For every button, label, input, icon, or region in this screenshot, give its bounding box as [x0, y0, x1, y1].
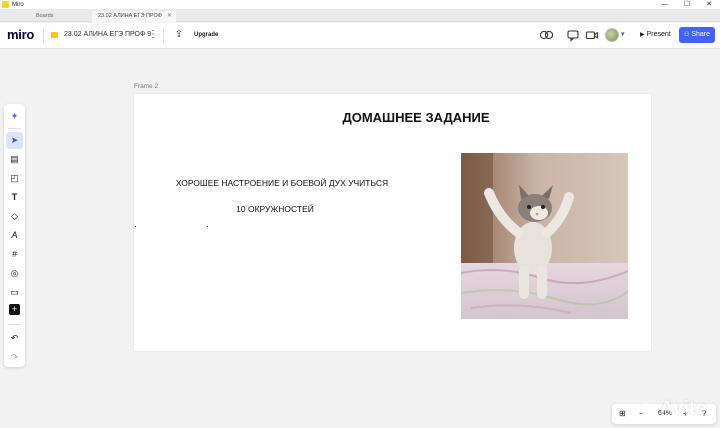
- present-button[interactable]: ▶ Present: [636, 27, 675, 43]
- miro-app-icon: [2, 1, 9, 8]
- close-icon[interactable]: ✕: [698, 0, 720, 10]
- miro-logo[interactable]: miro: [7, 27, 34, 43]
- frame-icon[interactable]: #: [6, 246, 23, 263]
- kitten-photo[interactable]: [461, 153, 628, 319]
- undo-icon[interactable]: ↶: [6, 330, 23, 347]
- templates-icon[interactable]: ▤: [6, 151, 23, 168]
- tab-boards[interactable]: Boards: [30, 11, 86, 22]
- text-line-1[interactable]: ХОРОШЕЕ НАСТРОЕНИЕ И БОЕВОЙ ДУХ УЧИТЬСЯ: [134, 178, 430, 188]
- tab-board[interactable]: 23.02 АЛИНА ЕГЭ ПРОФ ✕: [92, 11, 176, 22]
- present-label: Present: [646, 31, 671, 38]
- play-icon: ▶: [640, 32, 645, 38]
- export-icon[interactable]: ⇪: [172, 28, 186, 42]
- comment-icon[interactable]: [566, 28, 580, 42]
- share-button[interactable]: ⚇ Share: [679, 27, 715, 43]
- more-options-icon[interactable]: ⋮: [148, 28, 158, 42]
- avatar[interactable]: [605, 28, 619, 42]
- stray-mark: [135, 226, 136, 227]
- frame[interactable]: ДОМАШНЕЕ ЗАДАНИЕ ХОРОШЕЕ НАСТРОЕНИЕ И БО…: [134, 94, 651, 351]
- chevron-down-icon[interactable]: ▾: [621, 28, 625, 42]
- stray-mark: [207, 226, 208, 227]
- window-controls: — ☐ ✕: [654, 0, 720, 10]
- minimize-icon[interactable]: —: [654, 0, 676, 10]
- board-name[interactable]: 23.02 АЛИНА ЕГЭ ПРОФ 9: [64, 29, 151, 41]
- window-title: Miro: [12, 2, 24, 8]
- comment-icon[interactable]: ▭: [6, 284, 23, 301]
- divider: [163, 29, 164, 43]
- reactions-icon[interactable]: [539, 28, 554, 42]
- tab-strip: Boards 23.02 АЛИНА ЕГЭ ПРОФ ✕: [0, 10, 720, 22]
- shapes-icon[interactable]: ◇: [6, 208, 23, 225]
- tool-rail: ✦ ➤ ▤ ◰ T ◇ A # ◎ ▭ + ↶ ↷: [4, 104, 25, 367]
- add-user-icon: ⚇: [683, 32, 690, 38]
- sticker-icon[interactable]: ◎: [6, 265, 23, 282]
- sticky-note-icon[interactable]: ◰: [6, 170, 23, 187]
- window-titlebar: Miro — ☐ ✕: [0, 0, 720, 10]
- text-icon[interactable]: T: [6, 189, 23, 206]
- divider: [8, 324, 21, 325]
- frame-label[interactable]: Frame 2: [134, 83, 158, 90]
- map-icon[interactable]: ⊞: [619, 404, 626, 424]
- text-line-2[interactable]: 10 ОКРУЖНОСТЕЙ: [134, 204, 416, 214]
- redo-icon[interactable]: ↷: [6, 349, 23, 366]
- add-icon[interactable]: +: [9, 304, 20, 315]
- watermark-text: Avito: [660, 398, 707, 419]
- maximize-icon[interactable]: ☐: [676, 0, 698, 10]
- video-icon[interactable]: [585, 28, 599, 42]
- divider: [8, 128, 21, 129]
- board-icon: [51, 32, 58, 38]
- tab-board-label: 23.02 АЛИНА ЕГЭ ПРОФ: [98, 13, 162, 19]
- upgrade-button[interactable]: Upgrade: [190, 28, 222, 43]
- ai-sparkle-icon[interactable]: ✦: [6, 108, 23, 125]
- share-label: Share: [691, 31, 711, 38]
- avito-logo-icon: [641, 402, 657, 418]
- pen-icon[interactable]: A: [6, 227, 23, 244]
- top-toolbar: miro 23.02 АЛИНА ЕГЭ ПРОФ 9 ⋮ ⇪ Upgrade …: [0, 23, 720, 49]
- select-icon[interactable]: ➤: [6, 132, 23, 149]
- tab-close-icon[interactable]: ✕: [167, 11, 172, 22]
- divider: [43, 29, 44, 43]
- frame-heading[interactable]: ДОМАШНЕЕ ЗАДАНИЕ: [134, 110, 698, 125]
- avito-watermark: Avito: [638, 394, 718, 426]
